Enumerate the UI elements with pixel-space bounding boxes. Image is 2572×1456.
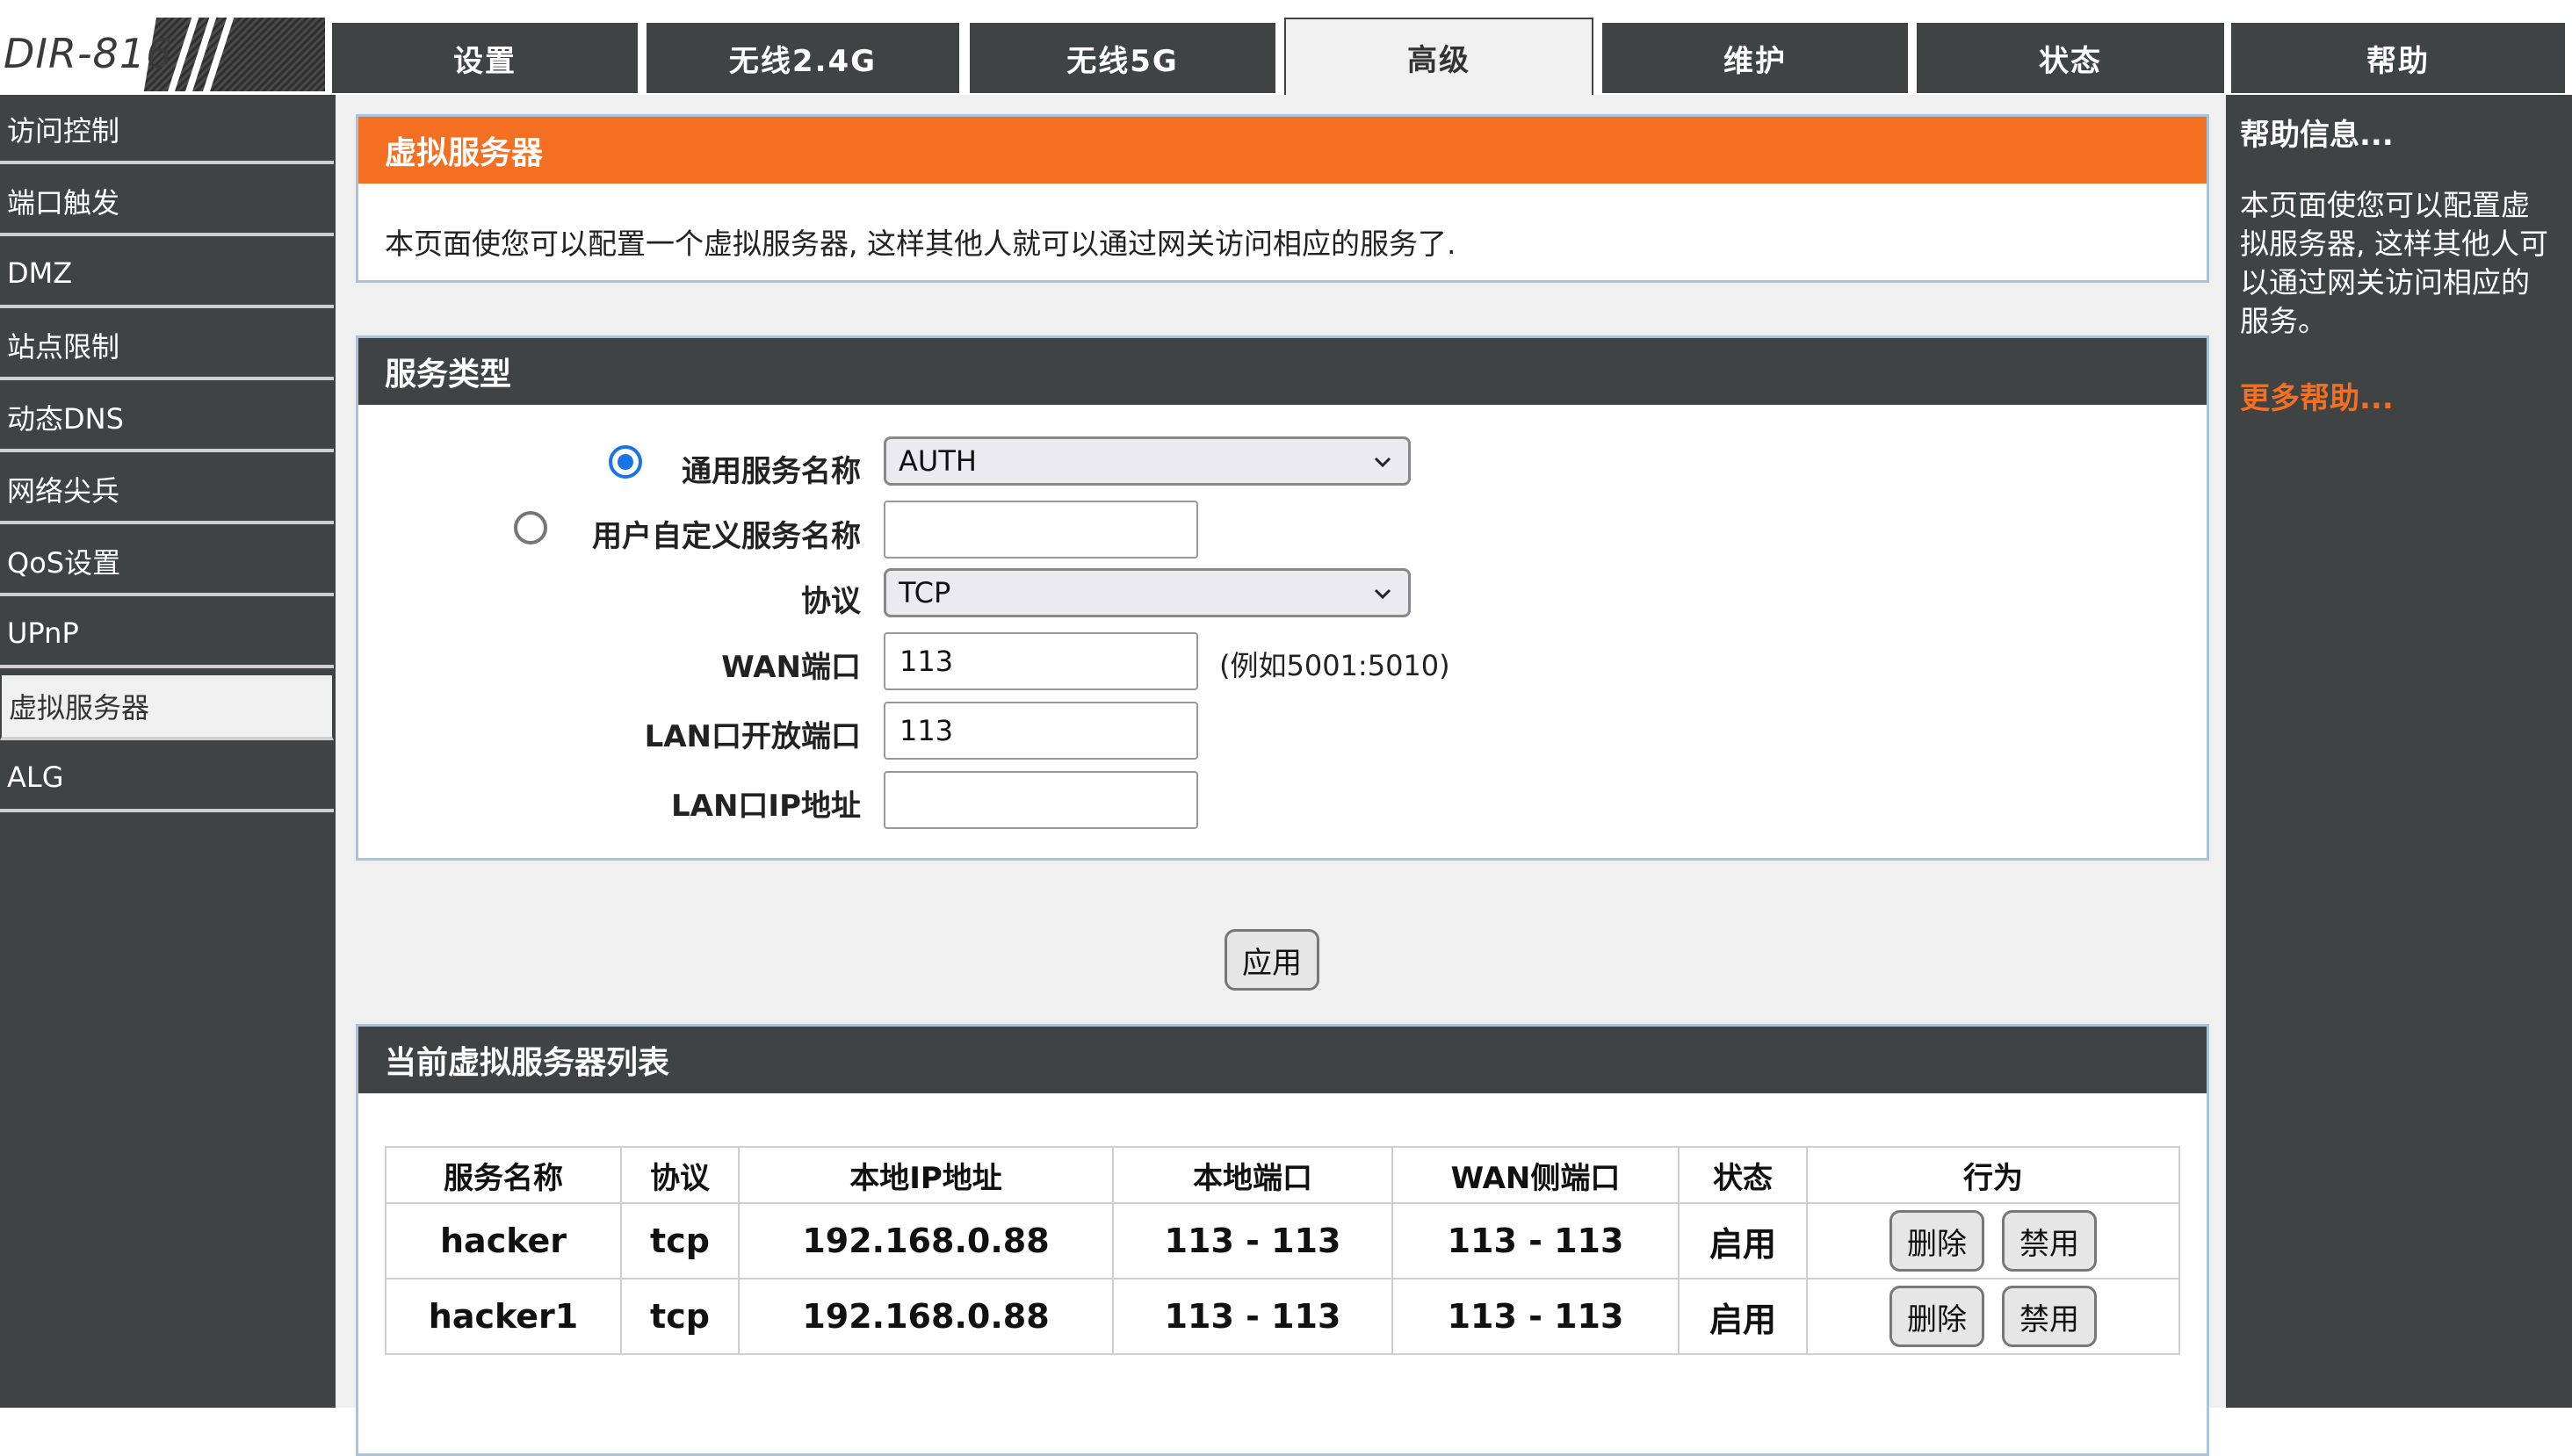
wan-port-hint: (例如5001:5010) (1219, 649, 1450, 682)
help-title: 帮助信息... (2240, 118, 2394, 153)
chevron-down-icon (1373, 450, 1392, 474)
cell-wan-port: 113 - 113 (1391, 1202, 1680, 1279)
tab-wireless-5g[interactable]: 无线5G (970, 23, 1275, 93)
lan-ip-input[interactable] (884, 771, 1198, 829)
cell-local-port: 113 - 113 (1112, 1202, 1393, 1279)
server-list-panel: 当前虚拟服务器列表 服务名称 协议 本地IP地址 本地端口 WAN侧端口 状态 … (356, 1024, 2209, 1456)
cell-local-ip: 192.168.0.88 (738, 1278, 1114, 1355)
column-header-local-port: 本地端口 (1112, 1146, 1393, 1204)
column-header-protocol: 协议 (620, 1146, 740, 1204)
column-header-action: 行为 (1806, 1146, 2180, 1204)
sidebar-item-network-sentinel[interactable]: 网络尖兵 (0, 458, 334, 524)
cell-status: 启用 (1678, 1278, 1808, 1355)
lan-port-label: LAN口开放端口 (644, 719, 861, 754)
page-title: 虚拟服务器 (358, 117, 2207, 184)
tab-maintenance[interactable]: 维护 (1602, 23, 1908, 93)
more-help-link[interactable]: 更多帮助... (2240, 374, 2394, 417)
server-list-title: 当前虚拟服务器列表 (358, 1027, 2207, 1093)
table-header-row: 服务名称 协议 本地IP地址 本地端口 WAN侧端口 状态 行为 (385, 1146, 2180, 1204)
common-service-select[interactable]: AUTH (884, 436, 1411, 486)
intro-text: 本页面使您可以配置一个虚拟服务器, 这样其他人就可以通过网关访问相应的服务了. (385, 227, 1456, 261)
column-header-local-ip: 本地IP地址 (738, 1146, 1114, 1204)
tab-help[interactable]: 帮助 (2231, 23, 2565, 93)
cell-service-name: hacker (385, 1202, 622, 1279)
delete-button[interactable]: 删除 (1889, 1286, 1984, 1347)
tab-setup[interactable]: 设置 (332, 23, 638, 93)
delete-button[interactable]: 删除 (1889, 1210, 1984, 1272)
table-row: hacker tcp 192.168.0.88 113 - 113 113 - … (385, 1202, 2180, 1279)
tab-wireless-24g[interactable]: 无线2.4G (647, 23, 959, 93)
main-content: 虚拟服务器 本页面使您可以配置一个虚拟服务器, 这样其他人就可以通过网关访问相应… (336, 95, 2226, 1456)
common-service-label: 通用服务名称 (682, 454, 861, 489)
sidebar-item-alg[interactable]: ALG (0, 746, 334, 812)
sidebar-item-upnp[interactable]: UPnP (0, 602, 334, 668)
column-header-wan-port: WAN侧端口 (1391, 1146, 1680, 1204)
sidebar-item-site-restriction[interactable]: 站点限制 (0, 314, 334, 380)
sidebar-item-access-control[interactable]: 访问控制 (0, 97, 334, 164)
cell-service-name: hacker1 (385, 1278, 622, 1355)
cell-local-ip: 192.168.0.88 (738, 1202, 1114, 1279)
cell-local-port: 113 - 113 (1112, 1278, 1393, 1355)
column-header-status: 状态 (1678, 1146, 1808, 1204)
custom-service-label: 用户自定义服务名称 (592, 519, 861, 554)
intro-panel: 虚拟服务器 本页面使您可以配置一个虚拟服务器, 这样其他人就可以通过网关访问相应… (356, 114, 2209, 283)
table-row: hacker1 tcp 192.168.0.88 113 - 113 113 -… (385, 1278, 2180, 1355)
sidebar: 访问控制 端口触发 DMZ 站点限制 动态DNS 网络尖兵 QoS设置 UPnP… (0, 95, 336, 1408)
protocol-value: TCP (899, 576, 951, 609)
cell-protocol: tcp (620, 1278, 740, 1355)
cell-protocol: tcp (620, 1202, 740, 1279)
tab-status[interactable]: 状态 (1917, 23, 2224, 93)
model-name: DIR-816 (4, 30, 173, 77)
column-header-service-name: 服务名称 (385, 1146, 622, 1204)
custom-service-input[interactable] (884, 501, 1198, 559)
dlink-logo: DIR-816 (0, 18, 325, 91)
common-service-value: AUTH (899, 444, 977, 478)
cell-status: 启用 (1678, 1202, 1808, 1279)
help-panel: 帮助信息... 本页面使您可以配置虚拟服务器, 这样其他人可以通过网关访问相应的… (2226, 95, 2572, 1408)
top-navigation: DIR-816 设置 无线2.4G 无线5G 高级 维护 状态 帮助 (0, 0, 2572, 95)
service-type-title: 服务类型 (358, 338, 2207, 405)
lan-ip-label: LAN口IP地址 (670, 789, 861, 824)
sidebar-item-dmz[interactable]: DMZ (0, 241, 334, 308)
service-type-panel: 服务类型 通用服务名称 AUTH 用户自定义服务名称 协议 TCP WAN端口 … (356, 335, 2209, 861)
sidebar-item-ddns[interactable]: 动态DNS (0, 386, 334, 452)
chevron-down-icon (1373, 581, 1392, 606)
sidebar-item-virtual-server[interactable]: 虚拟服务器 (0, 674, 334, 740)
sidebar-item-port-trigger[interactable]: 端口触发 (0, 169, 334, 236)
tab-advanced[interactable]: 高级 (1284, 18, 1593, 95)
help-text: 本页面使您可以配置虚拟服务器, 这样其他人可以通过网关访问相应的服务。 (2240, 188, 2548, 338)
disable-button[interactable]: 禁用 (2002, 1210, 2097, 1272)
sidebar-item-qos[interactable]: QoS设置 (0, 530, 334, 596)
cell-action: 删除 禁用 (1806, 1278, 2180, 1355)
disable-button[interactable]: 禁用 (2002, 1286, 2097, 1347)
wan-port-input[interactable]: 113 (884, 632, 1198, 690)
wan-port-label: WAN端口 (721, 650, 861, 685)
lan-port-input[interactable]: 113 (884, 702, 1198, 760)
cell-wan-port: 113 - 113 (1391, 1278, 1680, 1355)
apply-button[interactable]: 应用 (1225, 929, 1319, 991)
cell-action: 删除 禁用 (1806, 1202, 2180, 1279)
server-list-table: 服务名称 协议 本地IP地址 本地端口 WAN侧端口 状态 行为 hacker … (385, 1146, 2180, 1355)
protocol-select[interactable]: TCP (884, 568, 1411, 617)
protocol-label: 协议 (801, 584, 861, 619)
